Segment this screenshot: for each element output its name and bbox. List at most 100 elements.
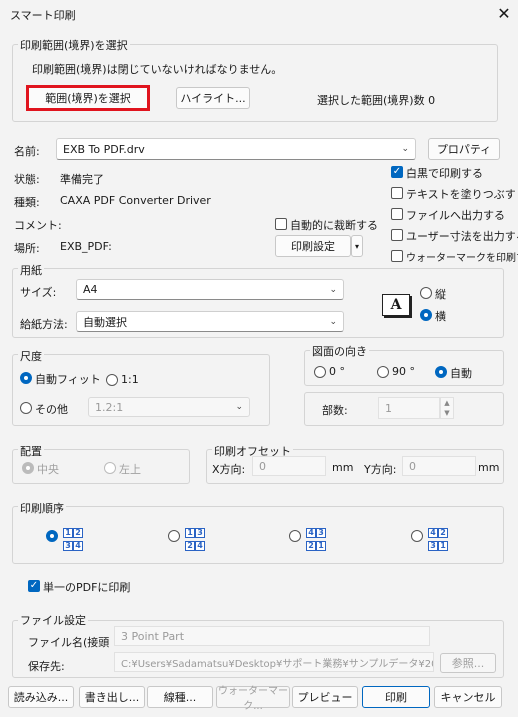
- chevron-down-icon: ⌄: [329, 316, 337, 327]
- order-1234-icon: 1234: [63, 525, 85, 551]
- properties-button[interactable]: プロパティ: [428, 138, 500, 160]
- other-scale-radio[interactable]: [20, 402, 32, 414]
- user-size-checkbox[interactable]: [391, 229, 403, 241]
- order-radio-4[interactable]: [411, 530, 423, 542]
- order-legend: 印刷順序: [18, 500, 66, 516]
- paper-feed-select[interactable]: 自動選択 ⌄: [76, 311, 344, 332]
- order-4321-icon: 4321: [306, 525, 328, 551]
- browse-button[interactable]: 参照...: [440, 653, 496, 673]
- paper-size-label: サイズ:: [20, 286, 57, 299]
- deg90-label: 90 °: [392, 365, 415, 378]
- center-radio[interactable]: [22, 462, 34, 474]
- file-name-label: ファイル名(接頭: [28, 636, 110, 649]
- single-pdf-checkbox[interactable]: ✓: [28, 580, 40, 592]
- user-size-label: ユーザー寸法を出力する: [406, 230, 518, 243]
- chevron-down-icon: ⌄: [401, 144, 409, 154]
- offset-y-input[interactable]: 0: [402, 456, 476, 476]
- scale-legend: 尺度: [18, 348, 44, 364]
- landscape-radio[interactable]: [420, 309, 432, 321]
- print-range-legend: 印刷範囲(境界)を選択: [18, 37, 130, 53]
- fill-text-label: テキストを塗りつぶす: [406, 188, 516, 201]
- paper-size-value: A4: [83, 283, 98, 296]
- paper-feed-label: 給紙方法:: [20, 318, 68, 331]
- chevron-down-icon: ⌄: [235, 402, 243, 412]
- print-settings-dropdown-icon[interactable]: ▾: [351, 235, 363, 257]
- mono-checkbox[interactable]: ✓: [391, 166, 403, 178]
- other-scale-value: 1.2:1: [95, 400, 124, 414]
- order-radio-3[interactable]: [289, 530, 301, 542]
- file-name-input[interactable]: 3 Point Part: [114, 626, 430, 646]
- layout-legend: 配置: [18, 443, 44, 459]
- print-range-note: 印刷範囲(境界)は閉じていないければなりません。: [32, 63, 283, 76]
- deg0-radio[interactable]: [314, 366, 326, 378]
- print-settings-button[interactable]: 印刷設定: [275, 235, 351, 257]
- order-1324-icon: 1324: [185, 525, 207, 551]
- offset-x-input[interactable]: 0: [252, 456, 326, 476]
- printer-name-value: EXB To PDF.drv: [63, 142, 145, 156]
- landscape-label: 横: [435, 310, 446, 323]
- other-scale-select[interactable]: 1.2:1 ⌄: [88, 397, 250, 417]
- comment-label: コメント:: [14, 219, 62, 232]
- save-dest-input[interactable]: C:¥Users¥Sadamatsu¥Desktop¥サポート業務¥サンプルデー…: [114, 652, 434, 672]
- copies-input[interactable]: 1: [378, 397, 440, 419]
- cancel-button[interactable]: キャンセル: [434, 686, 502, 708]
- save-button[interactable]: 書き出し...: [79, 686, 145, 708]
- copies-label: 部数:: [322, 404, 348, 417]
- mono-label: 白黒で印刷する: [406, 167, 483, 180]
- type-value: CAXA PDF Converter Driver: [60, 194, 211, 207]
- print-button[interactable]: 印刷: [362, 686, 430, 708]
- fill-text-checkbox[interactable]: [391, 187, 403, 199]
- close-icon[interactable]: ✕: [493, 3, 515, 25]
- watermark-button[interactable]: ウォーターマーク...: [216, 686, 290, 712]
- printer-name-select[interactable]: EXB To PDF.drv ⌄: [56, 138, 416, 160]
- save-dest-label: 保存先:: [28, 660, 65, 673]
- selected-count-label: 選択した範囲(境界)数 0: [317, 94, 436, 107]
- one-to-one-label: 1:1: [121, 373, 139, 386]
- location-value: EXB_PDF:: [60, 240, 112, 253]
- load-button[interactable]: 読み込み...: [8, 686, 74, 708]
- to-file-checkbox[interactable]: [391, 208, 403, 220]
- to-file-label: ファイルへ出力する: [406, 209, 505, 222]
- spin-up-icon[interactable]: ▲: [444, 399, 449, 407]
- auto-crop-checkbox[interactable]: [275, 218, 287, 230]
- watermark-label: ウォーターマークを印刷する: [406, 253, 518, 264]
- status-label: 状態:: [14, 173, 40, 186]
- auto-fit-label: 自動フィット: [35, 373, 101, 386]
- paper-size-select[interactable]: A4 ⌄: [76, 279, 344, 300]
- single-pdf-label: 単一のPDFに印刷: [43, 581, 131, 594]
- deg0-label: 0 °: [329, 365, 345, 378]
- location-label: 場所:: [14, 242, 40, 255]
- file-settings-legend: ファイル設定: [18, 612, 88, 628]
- preview-button[interactable]: プレビュー: [292, 686, 358, 708]
- auto-fit-radio[interactable]: [20, 372, 32, 384]
- watermark-checkbox[interactable]: [391, 250, 403, 262]
- printer-name-label: 名前:: [14, 145, 40, 158]
- spin-down-icon[interactable]: ▼: [444, 409, 449, 417]
- linetype-button[interactable]: 線種...: [147, 686, 213, 708]
- offset-y-label: Y方向:: [364, 463, 397, 476]
- window-title: スマート印刷: [10, 9, 76, 22]
- offset-x-unit: mm: [332, 461, 354, 474]
- center-label: 中央: [37, 463, 59, 476]
- auto-orientation-label: 自動: [450, 367, 472, 380]
- order-radio-1[interactable]: [46, 530, 58, 542]
- portrait-label: 縦: [435, 288, 446, 301]
- chevron-down-icon: ⌄: [329, 284, 337, 295]
- copies-spinner[interactable]: ▲ ▼: [440, 397, 454, 419]
- order-radio-2[interactable]: [168, 530, 180, 542]
- title-bar: [0, 0, 518, 28]
- auto-crop-label: 自動的に裁断する: [290, 219, 378, 232]
- select-range-button[interactable]: 範囲(境界)を選択: [26, 85, 150, 111]
- paper-feed-value: 自動選択: [83, 315, 127, 329]
- page-orientation-icon: A: [382, 294, 410, 316]
- top-left-label: 左上: [119, 463, 141, 476]
- auto-orientation-radio[interactable]: [435, 366, 447, 378]
- highlight-button[interactable]: ハイライト...: [176, 87, 250, 109]
- status-value: 準備完了: [60, 173, 104, 186]
- other-scale-label: その他: [35, 403, 68, 416]
- paper-legend: 用紙: [18, 262, 44, 278]
- top-left-radio[interactable]: [104, 462, 116, 474]
- portrait-radio[interactable]: [420, 287, 432, 299]
- deg90-radio[interactable]: [377, 366, 389, 378]
- one-to-one-radio[interactable]: [106, 374, 118, 386]
